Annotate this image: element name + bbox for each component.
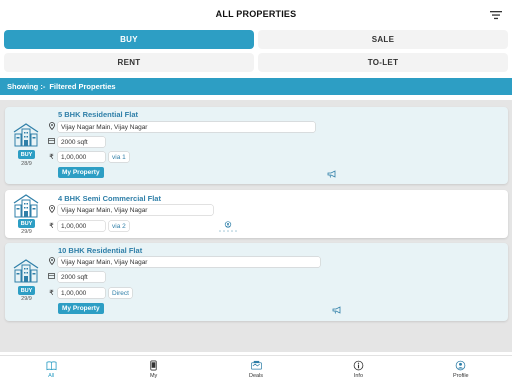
property-card[interactable]: BUY 29/9 4 BHK Semi Commercial Flat Vija… [5,190,508,238]
area-row: 2000 sqft [47,137,105,147]
profile-icon [456,360,466,371]
address-row: Vijay Nagar Main, Vijay Nagar [47,257,320,267]
price-row: ₹ 1,00,000 via 1 [47,152,129,162]
filter-icon[interactable] [490,10,502,20]
handshake-icon [250,360,262,370]
listing-type-badge: BUY [18,150,35,159]
listing-date: 29/9 [21,229,32,235]
rupee-icon: ₹ [49,154,54,161]
price-row: ₹ 1,00,000 via 2 [47,221,129,231]
source-tag: via 2 [109,221,129,231]
listing-date: 29/9 [21,296,32,302]
showing-label: Filtered Properties [49,82,116,91]
listing-title[interactable]: 5 BHK Residential Flat [58,110,138,119]
buy-button[interactable]: BUY [4,30,254,49]
location-pin-icon [47,122,56,132]
price-row: ₹ 1,00,000 Direct [47,288,132,298]
listing-title[interactable]: 4 BHK Semi Commercial Flat [58,194,161,203]
showing-prefix: Showing :- [7,82,46,91]
listing-title[interactable]: 10 BHK Residential Flat [58,246,142,255]
nav-deals[interactable]: Deals [205,356,307,384]
nav-label: My [149,373,158,379]
area-field: 2000 sqft [58,272,105,282]
bottom-nav: All My Deals Info Profile [0,355,512,384]
app-header: ALL PROPERTIES [0,0,512,28]
transaction-type-selector: BUY SALE RENT TO-LET [4,30,508,76]
area-icon [47,273,56,281]
book-icon [46,361,57,371]
property-list: BUY 28/9 5 BHK Residential Flat Vijay Na… [0,100,512,352]
source-tag: via 1 [109,152,129,162]
building-icon [13,259,39,283]
my-property-button[interactable]: My Property [58,167,104,178]
location-pin-icon [47,205,56,215]
megaphone-icon[interactable] [327,170,337,178]
phone-icon [150,360,157,371]
address-row: Vijay Nagar Main, Vijay Nagar [47,122,315,132]
nav-info[interactable]: Info [307,356,409,384]
property-card[interactable]: BUY 28/9 5 BHK Residential Flat Vijay Na… [5,107,508,184]
listing-type-badge: BUY [18,219,35,228]
agent-avatar-icon [219,221,237,232]
location-pin-icon [47,257,56,267]
listing-type-badge: BUY [18,286,35,295]
rent-button[interactable]: RENT [4,53,254,72]
address-field: Vijay Nagar Main, Vijay Nagar [58,257,320,267]
nav-my[interactable]: My [102,356,204,384]
megaphone-icon[interactable] [332,306,342,314]
my-property-button[interactable]: My Property [58,303,104,314]
building-icon [13,194,39,218]
price-field: 1,00,000 [58,288,105,298]
nav-all[interactable]: All [0,356,102,384]
nav-label: Profile [453,373,469,379]
nav-profile[interactable]: Profile [410,356,512,384]
address-field: Vijay Nagar Main, Vijay Nagar [58,122,315,132]
address-field: Vijay Nagar Main, Vijay Nagar [58,205,213,215]
tolet-button[interactable]: TO-LET [258,53,508,72]
address-row: Vijay Nagar Main, Vijay Nagar [47,205,213,215]
area-row: 2000 sqft [47,272,105,282]
filter-status-bar: Showing :- Filtered Properties [0,78,512,95]
property-card[interactable]: BUY 29/9 10 BHK Residential Flat Vijay N… [5,243,508,321]
area-field: 2000 sqft [58,137,105,147]
nav-label: All [48,373,55,379]
source-tag: Direct [109,288,132,298]
rupee-icon: ₹ [49,290,54,297]
price-field: 1,00,000 [58,152,105,162]
listing-date: 28/9 [21,161,32,167]
area-icon [47,138,56,146]
rupee-icon: ₹ [49,223,54,230]
info-icon [353,360,364,371]
page-title: ALL PROPERTIES [215,9,297,19]
nav-label: Info [353,373,364,379]
sale-button[interactable]: SALE [258,30,508,49]
price-field: 1,00,000 [58,221,105,231]
nav-label: Deals [248,373,264,379]
building-icon [13,123,39,147]
